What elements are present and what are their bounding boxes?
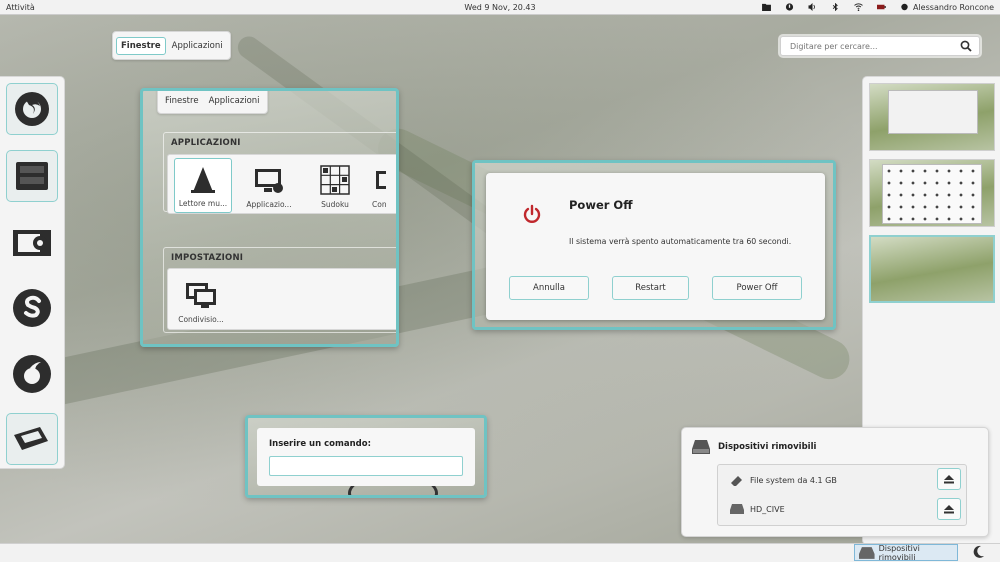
workspace-thumbnail-1[interactable] — [869, 83, 995, 151]
chat-status-icon — [901, 3, 908, 11]
drive-icon — [692, 440, 710, 454]
app-sudoku[interactable]: Sudoku — [306, 158, 364, 213]
file-manager-thumbnail — [882, 164, 982, 224]
tab-windows[interactable]: Finestre — [161, 93, 203, 109]
device-name: HD_CIVE — [750, 504, 785, 514]
power-off-dialog: Power Off Il sistema verrà spento automa… — [486, 173, 825, 320]
dialog-title: Power Off — [569, 198, 633, 212]
notification-label: Dispositivi rimovibili — [878, 543, 920, 562]
workspace-thumbnail-3[interactable] — [869, 235, 995, 303]
command-label: Inserire un comando: — [269, 439, 371, 449]
tab-windows[interactable]: Finestre — [116, 36, 166, 55]
app-vlc[interactable]: Lettore mu... — [174, 158, 232, 213]
window-thumbnail — [888, 90, 978, 134]
sudoku-icon — [320, 165, 350, 195]
app-sharing[interactable]: Condivisio... — [172, 273, 230, 328]
image-viewer-icon — [13, 230, 51, 256]
eject-icon — [944, 474, 954, 483]
eject-button[interactable] — [937, 468, 961, 490]
settings-header: IMPOSTAZIONI — [171, 253, 244, 263]
dialog-message: Il sistema verrà spento automaticamente … — [569, 237, 792, 246]
search-box — [780, 36, 980, 56]
restart-button[interactable]: Restart — [612, 276, 689, 300]
notification-removable-devices[interactable]: Dispositivi rimovibili — [854, 543, 958, 562]
power-off-window: Power Off Il sistema verrà spento automa… — [472, 160, 836, 330]
skype-icon — [13, 289, 51, 327]
clock[interactable]: Wed 9 Nov, 20.43 — [464, 3, 535, 12]
window-manager-icon — [16, 162, 48, 190]
tags-icon — [14, 427, 48, 450]
dash-vodafone[interactable] — [6, 348, 58, 400]
app-label: Lettore mu... — [178, 199, 228, 208]
run-command-dialog: Inserire un comando: — [257, 428, 475, 486]
run-command-window: Inserire un comando: — [245, 415, 487, 498]
top-bar: Attività Wed 9 Nov, 20.43 Alessandro Ron… — [0, 0, 1000, 15]
dash-image-viewer[interactable] — [6, 216, 58, 268]
app-monitor-settings[interactable]: Applicazio... — [240, 158, 298, 213]
power-off-button[interactable]: Power Off — [712, 276, 802, 300]
folder-icon[interactable] — [762, 3, 771, 11]
wifi-icon[interactable] — [854, 3, 863, 11]
tab-applications[interactable]: Applicazioni — [168, 38, 227, 54]
overview-tabs: Finestre Applicazioni — [112, 31, 231, 60]
device-name: File system da 4.1 GB — [750, 475, 837, 485]
message-tray — [0, 543, 1000, 562]
search-input[interactable] — [781, 37, 951, 55]
app-label: Sudoku — [321, 200, 349, 209]
vlc-icon — [191, 167, 215, 193]
monitor-settings-icon — [255, 169, 283, 193]
dash-window-manager[interactable] — [6, 150, 58, 202]
vodafone-icon — [13, 355, 51, 393]
applications-window[interactable]: Finestre Applicazioni APPLICAZIONI Letto… — [140, 88, 399, 347]
app-label: Condivisio... — [178, 315, 224, 324]
dash — [0, 76, 65, 469]
applications-header: APPLICAZIONI — [171, 138, 241, 148]
bluetooth-icon[interactable] — [831, 3, 840, 11]
dash-firefox[interactable] — [6, 83, 58, 135]
connections-icon — [376, 171, 386, 189]
power-status-icon[interactable] — [785, 3, 794, 11]
app-connections[interactable]: Con — [372, 158, 396, 213]
search-icon — [960, 40, 972, 52]
applications-grid: Lettore mu... Applicazio... Sudoku Con — [167, 154, 396, 214]
drive-icon — [859, 546, 875, 559]
eject-button[interactable] — [937, 498, 961, 520]
dash-tags[interactable] — [6, 413, 58, 465]
command-input[interactable] — [269, 456, 463, 476]
system-tray: Alessandro Roncone — [762, 3, 994, 12]
moon-icon[interactable] — [972, 545, 985, 558]
devices-title: Dispositivi rimovibili — [718, 442, 817, 452]
settings-grid: Condivisio... — [167, 268, 396, 330]
sharing-icon — [186, 283, 216, 308]
user-menu[interactable]: Alessandro Roncone — [900, 3, 994, 12]
eject-icon — [944, 504, 954, 513]
volume-icon[interactable] — [808, 3, 817, 11]
app-label: Applicazio... — [246, 200, 292, 209]
cancel-button[interactable]: Annulla — [509, 276, 589, 300]
dash-skype[interactable] — [6, 282, 58, 334]
app-label: Con — [372, 200, 387, 209]
battery-icon[interactable] — [876, 3, 886, 11]
firefox-icon — [15, 92, 49, 126]
hard-drive-icon — [730, 504, 744, 514]
removable-devices-popup: Dispositivi rimovibili File system da 4.… — [681, 427, 989, 537]
window-overview-tabs: Finestre Applicazioni — [157, 91, 268, 114]
tab-applications[interactable]: Applicazioni — [205, 93, 264, 109]
user-name: Alessandro Roncone — [912, 2, 994, 12]
power-icon — [523, 204, 541, 223]
usb-key-icon — [731, 476, 742, 486]
workspace-thumbnail-2[interactable] — [869, 159, 995, 227]
